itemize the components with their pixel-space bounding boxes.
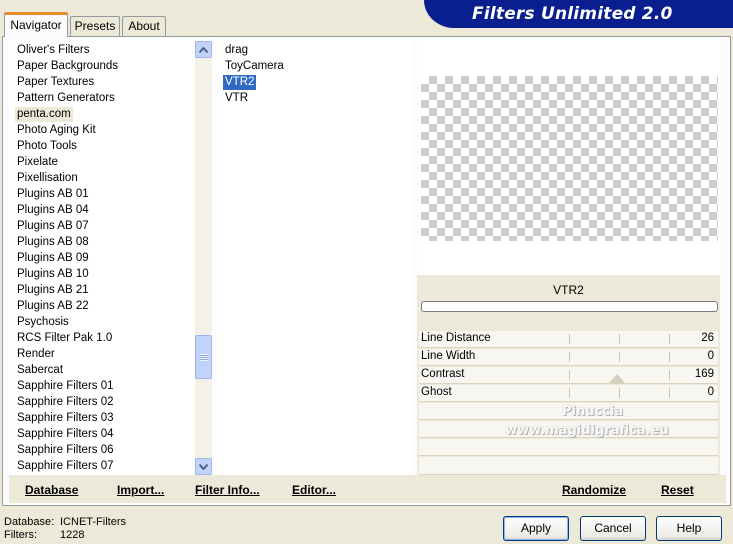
navigator-panel: Oliver's Filters Paper Backgrounds Paper T… xyxy=(2,36,731,506)
category-scrollbar[interactable] xyxy=(195,41,212,475)
preview-thumbnail[interactable] xyxy=(421,76,718,241)
reset-link[interactable]: Reset xyxy=(661,483,694,497)
scroll-down-button[interactable] xyxy=(195,458,212,475)
randomize-link[interactable]: Randomize xyxy=(562,483,626,497)
filter-list[interactable]: drag ToyCamera VTR2 VTR xyxy=(217,39,413,475)
database-info: Database: ICNET-Filters xyxy=(4,516,126,528)
filter-item[interactable]: VTR xyxy=(223,91,250,106)
param-value: 0 xyxy=(707,386,714,398)
param-ghost[interactable]: Ghost 0 xyxy=(419,385,718,402)
database-label: Database: xyxy=(4,516,55,528)
category-list[interactable]: Oliver's Filters Paper Backgrounds Paper T… xyxy=(9,39,212,475)
watermark-name: Pinuccia xyxy=(562,404,624,419)
param-label: Line Width xyxy=(421,350,476,362)
filter-item[interactable]: ToyCamera xyxy=(223,59,286,74)
filter-info-link[interactable]: Filter Info... xyxy=(195,483,260,497)
category-item[interactable]: RCS Filter Pak 1.0 xyxy=(15,331,114,346)
category-item[interactable]: Plugins AB 09 xyxy=(15,251,91,266)
title-banner: Filters Unlimited 2.0 xyxy=(424,0,733,28)
category-item[interactable]: Paper Backgrounds xyxy=(15,59,120,74)
chevron-down-icon xyxy=(199,463,208,470)
watermark-url: www.magidigrafica.eu xyxy=(505,423,669,438)
editor-link[interactable]: Editor... xyxy=(292,483,336,497)
help-button[interactable]: Help xyxy=(656,516,722,541)
progress-bar xyxy=(421,301,718,312)
bottom-link-bar: Database Import... Filter Info... Editor… xyxy=(9,475,726,503)
param-empty-row xyxy=(419,439,718,456)
scroll-up-button[interactable] xyxy=(195,41,212,58)
category-item[interactable]: Render xyxy=(15,347,57,362)
category-item[interactable]: penta.com xyxy=(15,107,73,122)
category-item[interactable]: Photo Tools xyxy=(15,139,79,154)
apply-button[interactable]: Apply xyxy=(503,516,569,541)
database-link[interactable]: Database xyxy=(25,483,78,497)
category-item[interactable]: Paper Textures xyxy=(15,75,96,90)
category-item[interactable]: Sapphire Filters 04 xyxy=(15,427,116,442)
filter-item[interactable]: VTR2 xyxy=(223,75,257,90)
category-item[interactable]: Plugins AB 07 xyxy=(15,219,91,234)
param-value: 26 xyxy=(701,332,714,344)
category-item[interactable]: Sapphire Filters 07 xyxy=(15,459,116,474)
category-item[interactable]: Photo Aging Kit xyxy=(15,123,98,138)
category-item[interactable]: Psychosis xyxy=(15,315,71,330)
param-value: 169 xyxy=(694,368,714,380)
cancel-button[interactable]: Cancel xyxy=(580,516,646,541)
category-item[interactable]: Oliver's Filters xyxy=(15,43,91,58)
category-item[interactable]: Plugins AB 08 xyxy=(15,235,91,250)
scroll-thumb[interactable] xyxy=(195,335,212,379)
filters-count: 1228 xyxy=(60,529,85,541)
param-empty-row xyxy=(419,457,718,475)
category-item[interactable]: Sabercat xyxy=(15,363,65,378)
category-item[interactable]: Plugins AB 21 xyxy=(15,283,91,298)
chevron-up-icon xyxy=(199,46,208,53)
slider-thumb-icon[interactable] xyxy=(609,374,625,383)
category-item[interactable]: Sapphire Filters 01 xyxy=(15,379,116,394)
filters-info: Filters: 1228 xyxy=(4,529,84,541)
param-line-width[interactable]: Line Width 0 xyxy=(419,349,718,366)
category-item[interactable]: Plugins AB 01 xyxy=(15,187,91,202)
category-item[interactable]: Pixelate xyxy=(15,155,60,170)
category-item[interactable]: Sapphire Filters 03 xyxy=(15,411,116,426)
category-item[interactable]: Sapphire Filters 06 xyxy=(15,443,116,458)
grip-icon xyxy=(199,354,208,361)
tab-presets[interactable]: Presets xyxy=(70,16,120,36)
param-label: Contrast xyxy=(421,368,465,380)
category-item[interactable]: Pattern Generators xyxy=(15,91,117,106)
parameter-sliders: Line Distance 26 Line Width 0 Contrast 1… xyxy=(417,331,720,475)
database-value: ICNET-Filters xyxy=(60,516,126,528)
param-contrast[interactable]: Contrast 169 xyxy=(419,367,718,384)
tab-navigator[interactable]: Navigator xyxy=(4,12,68,37)
category-item[interactable]: Plugins AB 04 xyxy=(15,203,91,218)
filters-label: Filters: xyxy=(4,529,37,541)
category-item[interactable]: Plugins AB 22 xyxy=(15,299,91,314)
app-title: Filters Unlimited 2.0 xyxy=(472,4,673,24)
param-label: Line Distance xyxy=(421,332,491,344)
import-link[interactable]: Import... xyxy=(117,483,164,497)
filter-item[interactable]: drag xyxy=(223,43,250,58)
tab-about[interactable]: About xyxy=(122,16,166,36)
category-item[interactable]: Sapphire Filters 02 xyxy=(15,395,116,410)
param-label: Ghost xyxy=(421,386,452,398)
param-value: 0 xyxy=(707,350,714,362)
param-line-distance[interactable]: Line Distance 26 xyxy=(419,331,718,348)
preview-panel: VTR2 Line Distance 26 Line Width 0 Contr… xyxy=(417,39,720,475)
category-item[interactable]: Plugins AB 10 xyxy=(15,267,91,282)
filter-name-band: VTR2 xyxy=(417,275,720,331)
selected-filter-name: VTR2 xyxy=(553,283,584,297)
category-item[interactable]: Pixellisation xyxy=(15,171,80,186)
